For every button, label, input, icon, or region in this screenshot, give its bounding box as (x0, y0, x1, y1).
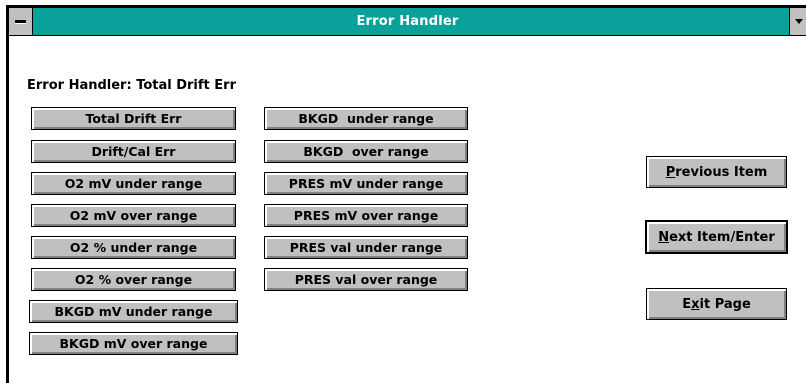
window-title: Error Handler (356, 14, 459, 29)
pres-mv-under-range-button[interactable]: PRES mV under range (264, 172, 468, 195)
error-handler-status-label: Error Handler: Total Drift Err (27, 78, 236, 93)
system-menu-button[interactable] (9, 8, 33, 35)
minimize-button[interactable] (789, 8, 806, 35)
exit-page-prefix: E (682, 296, 692, 312)
o2-mv-under-range-button[interactable]: O2 mV under range (31, 172, 236, 195)
previous-item-button[interactable]: Previous Item (646, 156, 787, 188)
exit-page-label: it Page (699, 296, 751, 312)
bkgd-mv-over-range-button[interactable]: BKGD mV over range (29, 332, 238, 355)
next-item-enter-button[interactable]: Next Item/Enter (645, 220, 788, 254)
total-drift-err-button[interactable]: Total Drift Err (31, 107, 236, 130)
system-menu-icon (15, 20, 26, 23)
exit-page-mnemonic: x (691, 296, 700, 312)
pres-mv-over-range-button[interactable]: PRES mV over range (264, 204, 468, 227)
pres-val-over-range-button[interactable]: PRES val over range (264, 268, 468, 291)
next-item-label: ext Item/Enter (669, 229, 775, 245)
minimize-icon (795, 19, 803, 24)
pres-val-under-range-button[interactable]: PRES val under range (264, 236, 468, 259)
previous-item-mnemonic: P (665, 164, 676, 180)
previous-item-label: revious Item (675, 164, 768, 180)
drift-cal-err-button[interactable]: Drift/Cal Err (31, 140, 236, 163)
bkgd-over-range-button[interactable]: BKGD over range (264, 140, 468, 163)
o2-pct-over-range-button[interactable]: O2 % over range (31, 268, 236, 291)
bkgd-mv-under-range-button[interactable]: BKGD mV under range (29, 300, 238, 323)
o2-pct-under-range-button[interactable]: O2 % under range (31, 236, 236, 259)
o2-mv-over-range-button[interactable]: O2 mV over range (31, 204, 236, 227)
title-bar: Error Handler (9, 8, 806, 36)
next-item-mnemonic: N (658, 229, 670, 245)
exit-page-button[interactable]: Ex it Page (646, 288, 787, 320)
bkgd-under-range-button[interactable]: BKGD under range (264, 107, 468, 130)
